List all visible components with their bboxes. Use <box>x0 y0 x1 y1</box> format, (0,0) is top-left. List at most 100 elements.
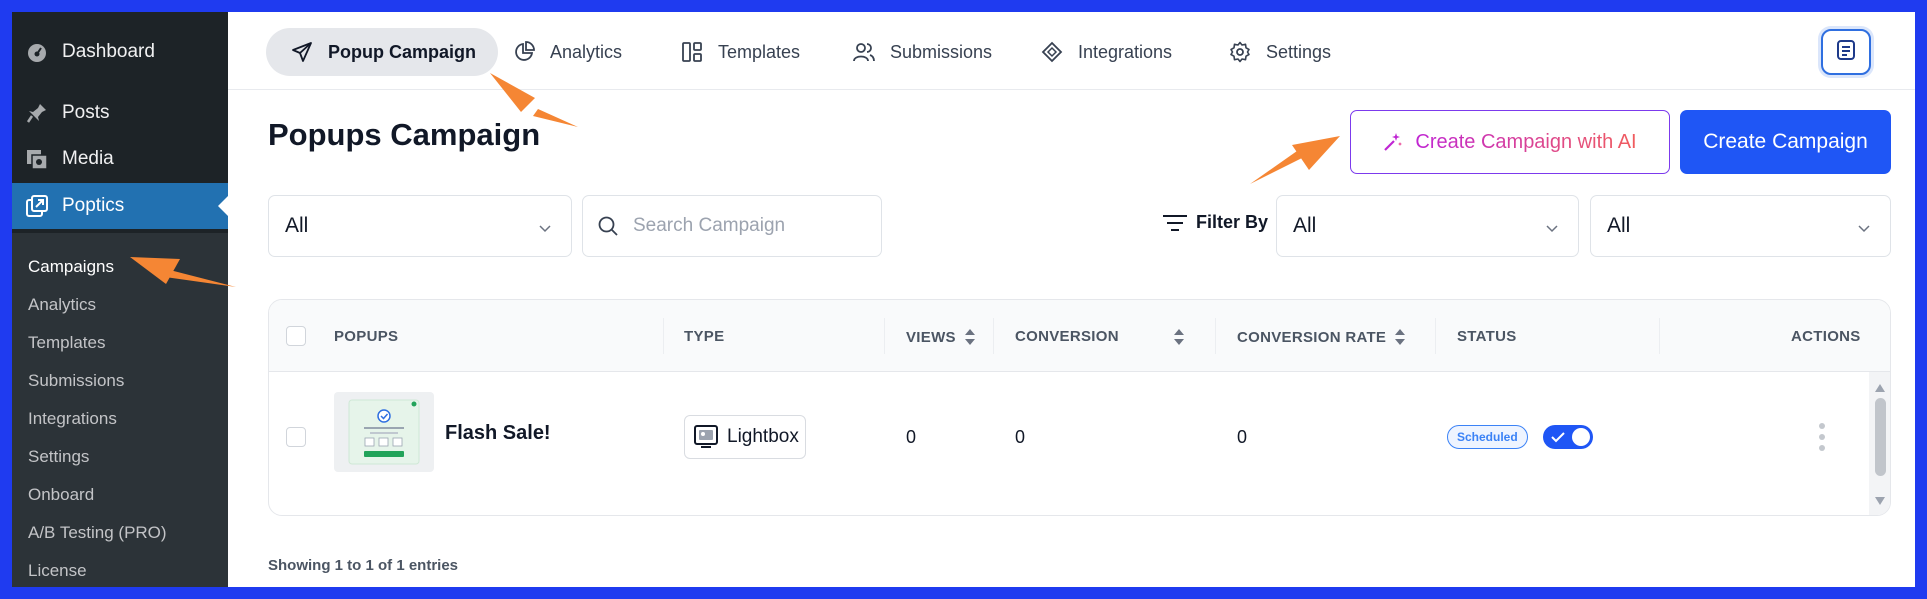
poptics-submenu: Campaigns Analytics Templates Submission… <box>12 233 228 587</box>
page-title: Popups Campaign <box>268 117 541 152</box>
header-conversion[interactable]: CONVERSION <box>1015 328 1119 345</box>
header-status: STATUS <box>1457 328 1517 345</box>
row-checkbox[interactable] <box>286 427 306 447</box>
documentation-button[interactable] <box>1821 29 1871 75</box>
top-nav: Popup Campaign Analytics Templates Submi… <box>228 12 1915 90</box>
tab-integrations[interactable]: Integrations <box>1040 28 1172 76</box>
conversion-value: 0 <box>1015 427 1026 447</box>
tab-popup-campaign[interactable]: Popup Campaign <box>266 28 498 76</box>
submenu-ab-testing[interactable]: A/B Testing (PRO) <box>28 521 167 545</box>
type-badge: Lightbox <box>684 415 806 459</box>
row-actions-kebab-icon[interactable] <box>1818 422 1826 452</box>
column-divider <box>1435 318 1436 354</box>
tab-analytics[interactable]: Analytics <box>512 28 622 76</box>
table-header: POPUPS TYPE VIEWS CONVERSION CONVERSION … <box>269 300 1890 372</box>
submenu-templates[interactable]: Templates <box>28 331 105 355</box>
sort-icon <box>1173 328 1185 346</box>
sort-icon <box>1394 328 1406 346</box>
popup-thumbnail <box>334 392 434 472</box>
admin-sidebar: Dashboard Posts Media Poptics Campaigns … <box>12 12 228 587</box>
sparkle-icon <box>1383 132 1403 152</box>
create-campaign-ai-button[interactable]: Create Campaign with AI <box>1350 110 1670 174</box>
dashboard-icon <box>24 39 50 65</box>
header-type: TYPE <box>684 328 725 345</box>
select-all-checkbox[interactable] <box>286 326 306 346</box>
integrations-icon <box>1040 40 1064 64</box>
submenu-submissions[interactable]: Submissions <box>28 369 124 393</box>
type-filter-select[interactable]: All <box>268 195 572 257</box>
sidebar-item-media[interactable]: Media <box>12 136 228 182</box>
sidebar-item-posts[interactable]: Posts <box>12 90 228 136</box>
filter-icon <box>1162 213 1188 233</box>
conversion-sort[interactable] <box>1165 328 1185 346</box>
submenu-integrations[interactable]: Integrations <box>28 407 117 431</box>
tab-label: Submissions <box>890 41 993 62</box>
chevron-down-icon <box>1856 218 1872 242</box>
pie-chart-icon <box>512 40 536 64</box>
chevron-down-icon <box>1544 218 1560 242</box>
status-toggle[interactable] <box>1543 425 1593 449</box>
header-views[interactable]: VIEWS <box>906 328 976 346</box>
scroll-down-icon[interactable] <box>1874 493 1886 511</box>
tab-label: Popup Campaign <box>328 41 476 62</box>
header-conversion-rate-label: CONVERSION RATE <box>1237 328 1387 346</box>
app-window: Dashboard Posts Media Poptics Campaigns … <box>12 12 1915 587</box>
pagination-summary: Showing 1 to 1 of 1 entries <box>268 557 459 574</box>
status-filter-select[interactable]: All <box>1276 195 1579 257</box>
header-views-label: VIEWS <box>906 328 956 346</box>
tab-submissions[interactable]: Submissions <box>852 28 992 76</box>
tab-settings[interactable]: Settings <box>1228 28 1331 76</box>
other-filter-select[interactable]: All <box>1590 195 1891 257</box>
poptics-icon <box>24 193 50 219</box>
create-campaign-button[interactable]: Create Campaign <box>1680 110 1891 174</box>
submenu-settings[interactable]: Settings <box>28 445 89 469</box>
tab-label: Integrations <box>1078 41 1173 62</box>
sidebar-item-dashboard[interactable]: Dashboard <box>12 29 228 75</box>
column-divider <box>993 318 994 354</box>
pin-icon <box>24 100 50 126</box>
sidebar-item-label: Posts <box>62 102 110 123</box>
toggle-knob <box>1572 428 1590 446</box>
conversion-rate-value: 0 <box>1237 427 1248 447</box>
header-actions: ACTIONS <box>1791 328 1861 345</box>
column-divider <box>663 318 664 354</box>
submenu-onboard[interactable]: Onboard <box>28 483 94 507</box>
sort-icon <box>964 328 976 346</box>
header-conversion-label: CONVERSION <box>1015 328 1119 345</box>
submenu-analytics[interactable]: Analytics <box>28 293 96 317</box>
column-divider <box>1659 318 1660 354</box>
scrollbar-thumb[interactable] <box>1875 398 1886 476</box>
sidebar-item-label: Media <box>62 148 114 169</box>
tab-templates[interactable]: Templates <box>680 28 800 76</box>
users-icon <box>852 40 876 64</box>
search-icon <box>597 215 619 237</box>
status-filter-value: All <box>1293 214 1317 237</box>
ai-button-label: Create Campaign with AI <box>1415 130 1637 153</box>
header-popups: POPUPS <box>334 328 399 345</box>
filter-by-text: Filter By <box>1196 212 1269 232</box>
search-campaign-field[interactable] <box>582 195 882 257</box>
type-filter-value: All <box>285 214 309 237</box>
templates-icon <box>680 40 704 64</box>
sidebar-item-poptics[interactable]: Poptics <box>12 183 228 229</box>
other-filter-value: All <box>1607 214 1631 237</box>
table-scrollbar[interactable] <box>1869 372 1890 515</box>
tab-label: Analytics <box>550 41 623 62</box>
media-icon <box>24 146 50 172</box>
column-divider <box>1215 318 1216 354</box>
type-label: Lightbox <box>727 426 799 447</box>
scroll-up-icon[interactable] <box>1874 380 1886 398</box>
header-conversion-rate[interactable]: CONVERSION RATE <box>1237 328 1406 346</box>
submenu-license[interactable]: License <box>28 559 87 583</box>
tab-label: Templates <box>718 41 801 62</box>
submenu-campaigns[interactable]: Campaigns <box>28 255 114 279</box>
campaign-table: POPUPS TYPE VIEWS CONVERSION CONVERSION … <box>268 299 1891 516</box>
lightbox-icon <box>693 424 719 450</box>
column-divider <box>884 318 885 354</box>
popup-name[interactable]: Flash Sale! <box>445 422 551 445</box>
status-badge: Scheduled <box>1447 425 1528 449</box>
search-input[interactable] <box>633 215 853 237</box>
document-icon <box>1836 39 1856 66</box>
chevron-down-icon <box>537 218 553 242</box>
annotation-arrow <box>1250 136 1340 184</box>
